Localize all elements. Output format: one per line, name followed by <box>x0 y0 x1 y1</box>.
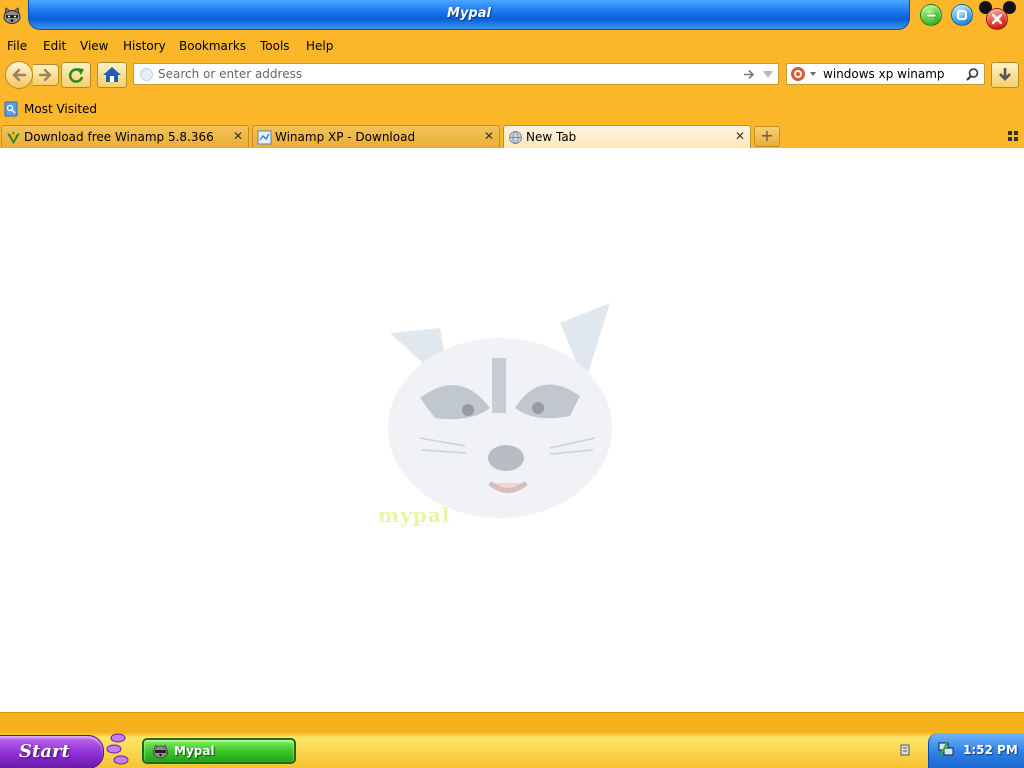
title-pill: Mypal <box>28 0 910 30</box>
forward-button[interactable] <box>33 64 59 86</box>
tab-label: Download free Winamp 5.8.366 <box>24 130 214 144</box>
go-arrow-icon[interactable] <box>742 68 756 81</box>
tab-new-tab[interactable]: New Tab ✕ <box>503 125 751 148</box>
bookmarks-toolbar: Most Visited <box>0 98 1024 120</box>
downloads-button[interactable] <box>991 62 1019 88</box>
bookmark-folder-icon <box>4 101 18 117</box>
tab-label: Winamp XP - Download <box>275 130 416 144</box>
start-decoration-icon <box>106 733 129 765</box>
menu-view[interactable]: View <box>80 39 108 53</box>
url-input[interactable] <box>158 67 718 81</box>
raccoon-mascot-watermark <box>388 303 612 518</box>
page-icon <box>257 130 272 145</box>
system-tray: 1:52 PM <box>928 733 1024 768</box>
tab-winamp-xp[interactable]: Winamp XP - Download ✕ <box>252 125 500 148</box>
menu-bookmarks[interactable]: Bookmarks <box>179 39 246 53</box>
arrow-right-icon <box>38 68 52 82</box>
download-icon <box>999 68 1011 81</box>
tab-label: New Tab <box>526 130 577 144</box>
taskbar: Start Mypal 1:52 PM <box>0 712 1024 768</box>
close-tab-icon[interactable]: ✕ <box>484 129 494 143</box>
restore-icon <box>957 10 967 20</box>
mypal-watermark-text: mypal <box>378 503 451 527</box>
globe-icon <box>509 131 522 144</box>
tab-list-icon[interactable] <box>1008 131 1019 142</box>
tab-strip: Download free Winamp 5.8.366 ✕ Winamp XP… <box>0 124 1024 148</box>
search-bar[interactable]: windows xp winamp <box>786 63 985 85</box>
window-title: Mypal <box>447 6 491 21</box>
taskbar-button-label: Mypal <box>174 744 215 758</box>
start-button[interactable]: Start <box>0 735 104 768</box>
menu-edit[interactable]: Edit <box>43 39 66 53</box>
menu-tools[interactable]: Tools <box>260 39 290 53</box>
clock[interactable]: 1:52 PM <box>963 743 1018 757</box>
navigation-toolbar: windows xp winamp <box>0 58 1024 92</box>
back-forward-group <box>5 61 59 89</box>
new-tab-button[interactable]: + <box>754 126 780 147</box>
menu-file[interactable]: File <box>7 39 27 53</box>
reload-icon <box>68 68 84 83</box>
history-dropdown-icon[interactable] <box>762 70 774 79</box>
winamp-icon <box>7 131 20 144</box>
raccoon-icon <box>153 744 168 759</box>
close-tab-icon[interactable]: ✕ <box>233 129 243 143</box>
menu-bar: File Edit View History Bookmarks Tools H… <box>0 36 1024 58</box>
tab-winamp-download-free[interactable]: Download free Winamp 5.8.366 ✕ <box>1 125 249 148</box>
raccoon-logo-icon[interactable] <box>2 7 22 25</box>
title-bar[interactable]: Mypal <box>0 0 1024 36</box>
taskbar-button-mypal[interactable]: Mypal <box>142 738 296 764</box>
minimize-icon <box>925 13 937 18</box>
close-icon <box>991 13 1003 25</box>
search-input[interactable]: windows xp winamp <box>823 67 945 81</box>
page-content: mypal <box>0 148 1024 712</box>
arrow-left-icon <box>12 68 27 82</box>
minimize-button[interactable] <box>920 4 942 26</box>
start-label: Start <box>19 741 70 762</box>
site-identity-icon <box>140 68 153 81</box>
safely-remove-hardware-icon[interactable] <box>898 743 912 757</box>
home-button[interactable] <box>97 62 127 88</box>
menu-help[interactable]: Help <box>306 39 333 53</box>
search-icon[interactable] <box>965 67 980 82</box>
search-engine-icon[interactable] <box>790 66 820 82</box>
back-button[interactable] <box>5 61 33 89</box>
most-visited-label: Most Visited <box>24 102 98 116</box>
network-icon[interactable] <box>937 740 955 758</box>
address-bar[interactable] <box>133 63 779 85</box>
close-button[interactable] <box>986 8 1008 30</box>
home-icon <box>103 67 121 82</box>
reload-button[interactable] <box>61 62 91 88</box>
menu-history[interactable]: History <box>123 39 166 53</box>
restore-button[interactable] <box>951 4 973 26</box>
close-tab-icon[interactable]: ✕ <box>735 129 745 143</box>
